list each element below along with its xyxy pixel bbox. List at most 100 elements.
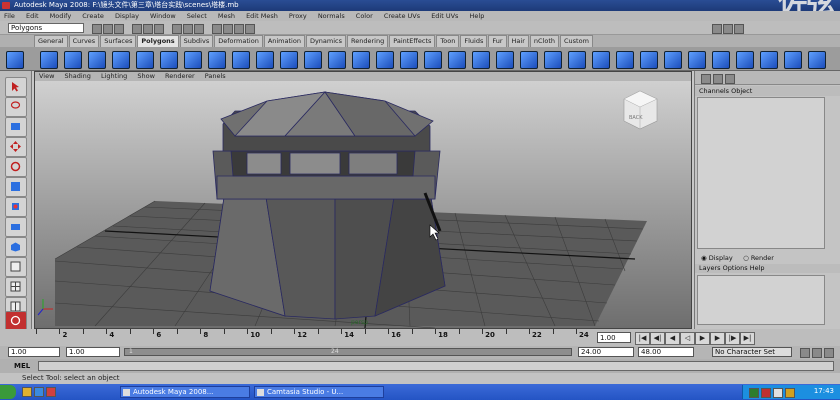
tab-toon[interactable]: Toon (436, 35, 460, 47)
tab-fur[interactable]: Fur (488, 35, 507, 47)
soft-mod-tool-button[interactable] (5, 217, 27, 237)
panel-menu-shading[interactable]: Shading (65, 72, 91, 80)
select-hierarchy-icon[interactable] (132, 24, 142, 34)
menu-display[interactable]: Display (115, 12, 139, 20)
go-to-start-button[interactable]: |◀ (635, 332, 650, 345)
mel-command-input[interactable] (38, 361, 834, 371)
select-object-icon[interactable] (143, 24, 153, 34)
poly-cube-icon[interactable] (40, 51, 58, 69)
bridge-icon[interactable] (448, 51, 466, 69)
panel-menu-panels[interactable]: Panels (205, 72, 226, 80)
boolean-difference-icon[interactable] (352, 51, 370, 69)
open-scene-icon[interactable] (103, 24, 113, 34)
set-key-icon[interactable] (800, 348, 810, 358)
perspective-viewport[interactable]: View Shading Lighting Show Renderer Pane… (34, 71, 692, 329)
poly-cylinder-icon[interactable] (64, 51, 82, 69)
select-component-icon[interactable] (154, 24, 164, 34)
layer-editor-icon[interactable] (725, 74, 735, 84)
boolean-union-icon[interactable] (328, 51, 346, 69)
tab-custom[interactable]: Custom (560, 35, 593, 47)
paint-select-tool-button[interactable] (5, 117, 27, 137)
new-scene-icon[interactable] (92, 24, 102, 34)
history-icon[interactable] (212, 24, 222, 34)
poly-cone-icon[interactable] (88, 51, 106, 69)
tray-network-icon[interactable] (749, 388, 759, 398)
show-tool-settings-icon[interactable] (723, 24, 733, 34)
fill-hole-icon[interactable] (424, 51, 442, 69)
panel-menu-lighting[interactable]: Lighting (101, 72, 127, 80)
tab-fluids[interactable]: Fluids (460, 35, 488, 47)
menu-color[interactable]: Color (356, 12, 373, 20)
four-view-layout-button[interactable] (5, 277, 27, 297)
soften-edge-icon[interactable] (784, 51, 802, 69)
start-button[interactable] (0, 385, 16, 399)
go-to-end-button[interactable]: ▶| (740, 332, 755, 345)
range-slider-bar[interactable]: 1 24 (124, 348, 572, 356)
menu-normals[interactable]: Normals (318, 12, 345, 20)
panel-menu-show[interactable]: Show (137, 72, 155, 80)
menu-select[interactable]: Select (187, 12, 207, 20)
menu-create[interactable]: Create (82, 12, 104, 20)
play-backwards-button[interactable]: ◁ (680, 332, 695, 345)
render-globals-icon[interactable] (245, 24, 255, 34)
start-time-field[interactable]: 1.00 (8, 347, 60, 357)
insert-edge-loop-icon[interactable] (544, 51, 562, 69)
merge-icon[interactable] (616, 51, 634, 69)
smooth-icon[interactable] (304, 51, 322, 69)
tray-volume-icon[interactable] (773, 388, 783, 398)
single-view-layout-button[interactable] (5, 257, 27, 277)
spherical-mapping-icon[interactable] (712, 51, 730, 69)
combine-icon[interactable] (232, 51, 250, 69)
select-tool-button[interactable] (5, 77, 27, 97)
mel-label[interactable]: MEL (14, 361, 30, 371)
render-radio-icon[interactable]: ○ (743, 254, 749, 262)
tab-general[interactable]: General (34, 35, 68, 47)
show-attribute-editor-icon[interactable] (712, 24, 722, 34)
menu-edit-uvs[interactable]: Edit UVs (431, 12, 458, 20)
character-set-dropdown[interactable]: No Character Set (712, 347, 792, 357)
menu-window[interactable]: Window (150, 12, 176, 20)
mirror-geometry-icon[interactable] (400, 51, 418, 69)
menu-mesh[interactable]: Mesh (218, 12, 235, 20)
tab-hair[interactable]: Hair (507, 35, 529, 47)
playback-end-field[interactable]: 24.00 (578, 347, 634, 357)
quicklaunch-folder-icon[interactable] (22, 387, 32, 397)
panel-menu-view[interactable]: View (39, 72, 54, 80)
show-channel-box-icon[interactable] (734, 24, 744, 34)
snap-grid-icon[interactable] (172, 24, 182, 34)
poly-pipe-icon[interactable] (208, 51, 226, 69)
show-manipulator-button[interactable] (5, 237, 27, 257)
move-tool-button[interactable] (5, 137, 27, 157)
tab-curves[interactable]: Curves (68, 35, 100, 47)
tab-subdivs[interactable]: Subdivs (179, 35, 214, 47)
manipulator-tool-button[interactable] (5, 197, 27, 217)
current-frame-field[interactable]: 1.00 (597, 332, 631, 343)
extract-icon[interactable] (280, 51, 298, 69)
tab-animation[interactable]: Animation (263, 35, 305, 47)
poly-sphere-icon[interactable] (6, 51, 24, 69)
layer-menu[interactable]: Layers Options Help (695, 264, 840, 273)
tray-app-icon[interactable] (785, 388, 795, 398)
view-cube-icon[interactable]: BACK (623, 90, 658, 130)
menu-help[interactable]: Help (470, 12, 485, 20)
tray-security-icon[interactable] (761, 388, 771, 398)
separate-icon[interactable] (256, 51, 274, 69)
tab-polygons[interactable]: Polygons (137, 35, 179, 47)
uv-editor-icon[interactable] (736, 51, 754, 69)
append-polygon-icon[interactable] (496, 51, 514, 69)
attribute-editor-icon[interactable] (701, 74, 711, 84)
quicklaunch-browser-icon[interactable] (34, 387, 44, 397)
extrude-icon[interactable] (472, 51, 490, 69)
boolean-intersect-icon[interactable] (376, 51, 394, 69)
menu-set-dropdown[interactable]: Polygons (8, 23, 84, 33)
menu-proxy[interactable]: Proxy (289, 12, 307, 20)
maya-logo-button[interactable] (5, 311, 27, 331)
auto-key-icon[interactable] (812, 348, 822, 358)
step-back-frame-button[interactable]: ◀ (665, 332, 680, 345)
animation-preferences-icon[interactable] (824, 348, 834, 358)
tab-rendering[interactable]: Rendering (347, 35, 389, 47)
play-forwards-button[interactable]: ▶ (695, 332, 710, 345)
offset-edge-loop-icon[interactable] (568, 51, 586, 69)
poly-torus-icon[interactable] (136, 51, 154, 69)
tab-painteffects[interactable]: PaintEffects (389, 35, 436, 47)
